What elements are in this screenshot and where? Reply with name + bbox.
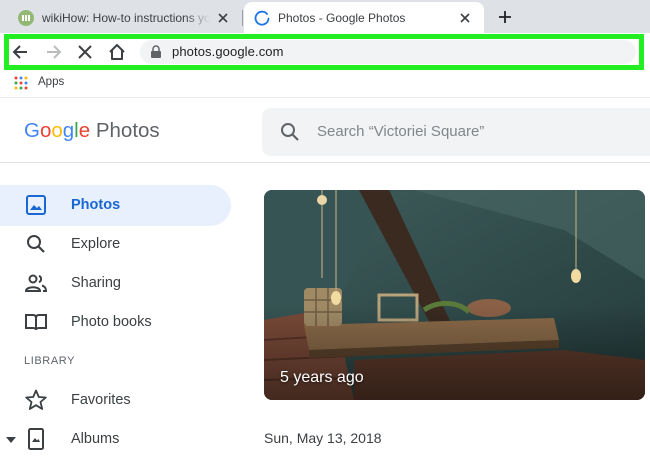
bookmarks-bar: [0, 72, 650, 98]
tab-title: Photos - Google Photos: [278, 10, 406, 25]
sidebar-item-favorites[interactable]: Favorites: [0, 380, 231, 420]
people-icon: [24, 274, 48, 292]
sidebar-item-photo-books[interactable]: Photo books: [0, 302, 231, 342]
sidebar-item-photos[interactable]: Photos: [0, 185, 231, 225]
google-photos-logo[interactable]: Google Photos: [24, 119, 160, 143]
album-icon: [28, 428, 44, 450]
sidebar-item-albums[interactable]: Albums: [0, 419, 231, 459]
wikihow-icon: [18, 9, 34, 26]
new-tab-plus-icon[interactable]: [497, 9, 513, 25]
book-icon: [25, 314, 47, 331]
bookmark-apps[interactable]: Apps: [38, 76, 64, 88]
search-icon: [27, 235, 45, 253]
product-name: Photos: [95, 119, 160, 142]
sidebar-item-label: Sharing: [71, 275, 121, 291]
sidebar-item-label: Photo books: [71, 314, 152, 330]
sidebar-item-explore[interactable]: Explore: [0, 224, 231, 264]
apps-grid-icon[interactable]: [14, 76, 28, 90]
sidebar-item-label: Explore: [71, 236, 121, 252]
sidebar-item-label: Photos: [71, 197, 121, 213]
tab-title: wikiHow: How-to instructions you can tru…: [42, 10, 210, 25]
tab-wikihow[interactable]: wikiHow: How-to instructions you can tru…: [8, 2, 242, 33]
sidebar-item-label: Favorites: [71, 392, 131, 408]
sidebar-item-sharing[interactable]: Sharing: [0, 263, 231, 303]
close-icon[interactable]: [216, 11, 230, 25]
tab-google-photos[interactable]: Photos - Google Photos: [244, 2, 484, 33]
date-heading: Sun, May 13, 2018: [264, 430, 382, 446]
library-heading: LIBRARY: [24, 355, 76, 367]
star-icon: [25, 389, 47, 410]
loading-spinner-icon: [254, 10, 270, 26]
search-icon[interactable]: [279, 121, 301, 143]
photo-icon: [26, 195, 46, 215]
close-icon[interactable]: [458, 11, 472, 25]
sidebar-item-label: Albums: [71, 431, 120, 447]
tab-separator: [242, 10, 243, 26]
memory-caption: 5 years ago: [280, 369, 364, 386]
search-input[interactable]: Search “Victoriei Square”: [317, 123, 484, 140]
address-bar-highlight: [4, 34, 644, 70]
